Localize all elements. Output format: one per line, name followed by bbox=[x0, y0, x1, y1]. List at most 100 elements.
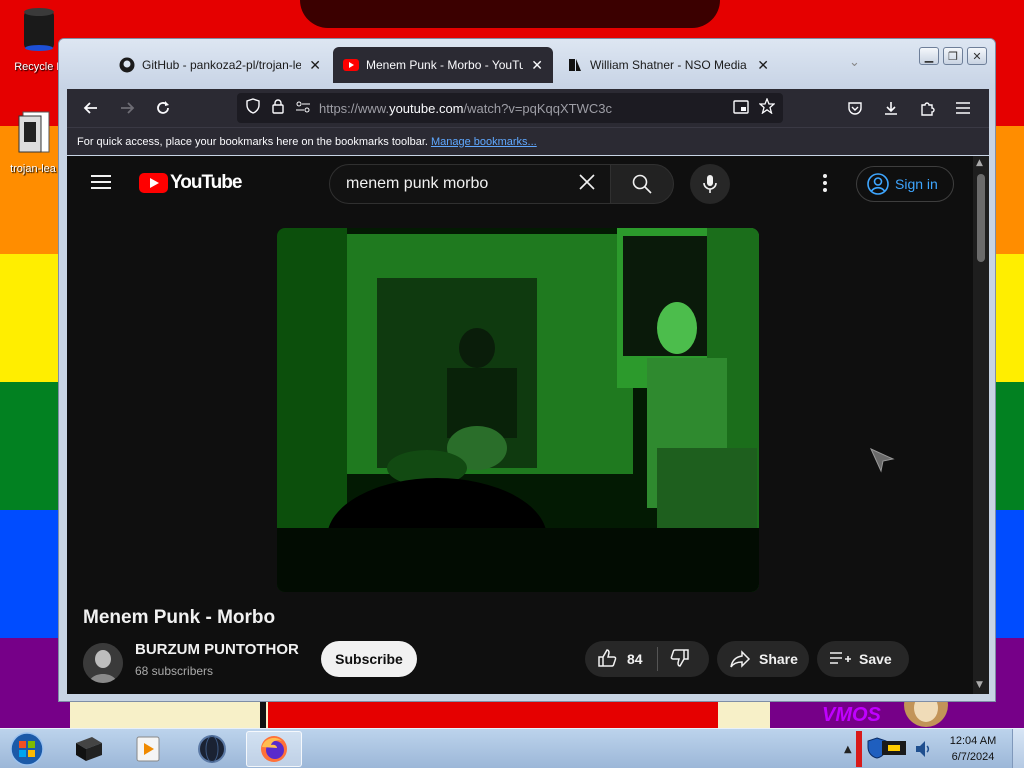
show-desktop-button[interactable] bbox=[1012, 729, 1024, 768]
picture-in-picture-icon[interactable] bbox=[733, 99, 749, 118]
search-icon bbox=[632, 174, 652, 194]
youtube-logo[interactable]: YouTube bbox=[139, 172, 242, 194]
maximize-icon: ❐ bbox=[948, 49, 958, 63]
reload-button[interactable] bbox=[147, 92, 179, 124]
puzzle-icon bbox=[921, 102, 935, 116]
back-button[interactable] bbox=[75, 92, 107, 124]
nso-icon bbox=[567, 57, 583, 73]
navigation-toolbar: https://www.youtube.com/watch?v=pqKqqXTW… bbox=[67, 89, 989, 127]
tracking-shield-icon[interactable] bbox=[245, 98, 261, 118]
search-button[interactable] bbox=[610, 164, 674, 204]
github-icon bbox=[119, 57, 135, 73]
youtube-icon bbox=[343, 57, 359, 73]
media-player-icon bbox=[136, 736, 160, 762]
close-tab-icon[interactable]: ✕ bbox=[757, 57, 769, 74]
desktop-wallpaper-art bbox=[268, 700, 718, 728]
hamburger-icon bbox=[956, 102, 970, 114]
address-bar[interactable]: https://www.youtube.com/watch?v=pqKqqXTW… bbox=[237, 93, 783, 123]
bookmark-star-icon[interactable] bbox=[758, 97, 776, 118]
forward-arrow-icon bbox=[121, 102, 135, 114]
pocket-button[interactable] bbox=[839, 92, 871, 124]
search-input[interactable]: menem punk morbo bbox=[329, 164, 611, 204]
bookmarks-toolbar: For quick access, place your bookmarks h… bbox=[67, 127, 989, 155]
youtube-play-logo-icon bbox=[139, 173, 168, 193]
subscribe-button[interactable]: Subscribe bbox=[321, 641, 417, 677]
subscriber-count: 68 subscribers bbox=[135, 664, 214, 678]
menu-button[interactable] bbox=[947, 92, 979, 124]
black-cube-icon bbox=[76, 737, 102, 761]
guide-menu-button[interactable] bbox=[91, 174, 111, 194]
share-label: Share bbox=[759, 651, 798, 667]
downloads-button[interactable] bbox=[875, 92, 907, 124]
reload-icon bbox=[157, 101, 169, 114]
channel-avatar[interactable] bbox=[83, 643, 123, 683]
tab-label: William Shatner - NSO Media La bbox=[590, 58, 750, 72]
video-player[interactable] bbox=[277, 228, 759, 592]
url-prefix: https://www. bbox=[319, 100, 390, 116]
bookmarks-message: For quick access, place your bookmarks h… bbox=[77, 135, 428, 148]
clock-time: 12:04 AM bbox=[949, 735, 997, 747]
windows-start-orb-icon bbox=[10, 732, 44, 766]
close-window-button[interactable]: ✕ bbox=[967, 47, 987, 65]
voice-search-button[interactable] bbox=[690, 164, 730, 204]
close-tab-icon[interactable]: ✕ bbox=[309, 57, 321, 74]
extensions-button[interactable] bbox=[911, 92, 943, 124]
youtube-page: YouTube menem punk morbo Sign in Menem P… bbox=[67, 156, 973, 694]
back-arrow-icon bbox=[83, 102, 97, 114]
sign-in-button[interactable]: Sign in bbox=[856, 166, 954, 202]
manage-bookmarks-link[interactable]: Manage bookmarks... bbox=[431, 136, 537, 148]
url-text: https://www.youtube.com/watch?v=pqKqqXTW… bbox=[319, 101, 733, 116]
forward-button[interactable] bbox=[111, 92, 143, 124]
tab-bar: GitHub - pankoza2-pl/trojan-le ✕ Menem P… bbox=[59, 39, 995, 89]
like-count: 84 bbox=[627, 651, 643, 667]
trojan-label: trojan-lea bbox=[10, 163, 56, 175]
browser-window: GitHub - pankoza2-pl/trojan-le ✕ Menem P… bbox=[58, 38, 996, 702]
scroll-down-icon[interactable]: ▼ bbox=[976, 680, 983, 690]
show-hidden-icons-button[interactable]: ▲ bbox=[844, 733, 854, 765]
sign-in-label: Sign in bbox=[895, 176, 938, 192]
like-button[interactable] bbox=[597, 648, 617, 671]
volume-tray-icon[interactable] bbox=[914, 739, 932, 763]
taskbar-media-player[interactable] bbox=[120, 731, 176, 767]
desktop-wallpaper-art bbox=[260, 700, 266, 728]
taskbar-app-cube[interactable] bbox=[60, 731, 116, 767]
tab-nso[interactable]: William Shatner - NSO Media La ✕ bbox=[557, 47, 779, 83]
network-tray-icon[interactable] bbox=[880, 739, 910, 763]
save-button[interactable]: Save bbox=[817, 641, 909, 677]
download-icon bbox=[885, 102, 897, 115]
scrollbar-thumb[interactable] bbox=[977, 174, 985, 262]
close-icon: ✕ bbox=[972, 49, 982, 63]
system-clock[interactable]: 12:04 AM 6/7/2024 bbox=[940, 733, 1006, 765]
taskbar-firefox[interactable] bbox=[246, 731, 302, 767]
desktop-decoration bbox=[300, 0, 720, 28]
clear-search-icon[interactable] bbox=[578, 173, 596, 195]
taskbar: ▲ 12:04 AM 6/7/2024 bbox=[0, 728, 1024, 768]
page-scrollbar[interactable]: ▲ ▼ bbox=[973, 156, 989, 694]
scroll-up-icon[interactable]: ▲ bbox=[976, 158, 983, 168]
video-title: Menem Punk - Morbo bbox=[83, 607, 276, 628]
more-vertical-icon bbox=[823, 174, 827, 192]
tab-label: Menem Punk - Morbo - YouTub bbox=[366, 58, 524, 72]
desktop-vmos-text: VMOS bbox=[822, 704, 881, 726]
mouse-cursor bbox=[869, 447, 895, 477]
save-label: Save bbox=[859, 651, 892, 667]
tab-youtube[interactable]: Menem Punk - Morbo - YouTub ✕ bbox=[333, 47, 553, 83]
taskbar-app-globe[interactable] bbox=[184, 731, 240, 767]
search-query-text: menem punk morbo bbox=[346, 175, 489, 192]
lock-icon[interactable] bbox=[271, 98, 285, 118]
share-button[interactable]: Share bbox=[717, 641, 809, 677]
clock-date: 6/7/2024 bbox=[951, 751, 995, 763]
tab-github[interactable]: GitHub - pankoza2-pl/trojan-le ✕ bbox=[109, 47, 331, 83]
dislike-button[interactable] bbox=[670, 648, 690, 671]
playlist-add-icon bbox=[830, 652, 851, 664]
hamburger-icon bbox=[91, 175, 111, 189]
close-tab-icon[interactable]: ✕ bbox=[531, 57, 543, 74]
tab-list-chevron-icon[interactable]: ⌄ bbox=[849, 55, 860, 70]
youtube-header: YouTube menem punk morbo Sign in bbox=[67, 156, 973, 212]
permissions-icon[interactable] bbox=[295, 99, 311, 118]
start-button[interactable] bbox=[0, 731, 54, 767]
settings-more-button[interactable] bbox=[823, 174, 827, 196]
minimize-button[interactable]: ▁ bbox=[919, 47, 939, 65]
maximize-button[interactable]: ❐ bbox=[943, 47, 963, 65]
channel-name[interactable]: BURZUM PUNTOTHOR bbox=[135, 641, 299, 658]
